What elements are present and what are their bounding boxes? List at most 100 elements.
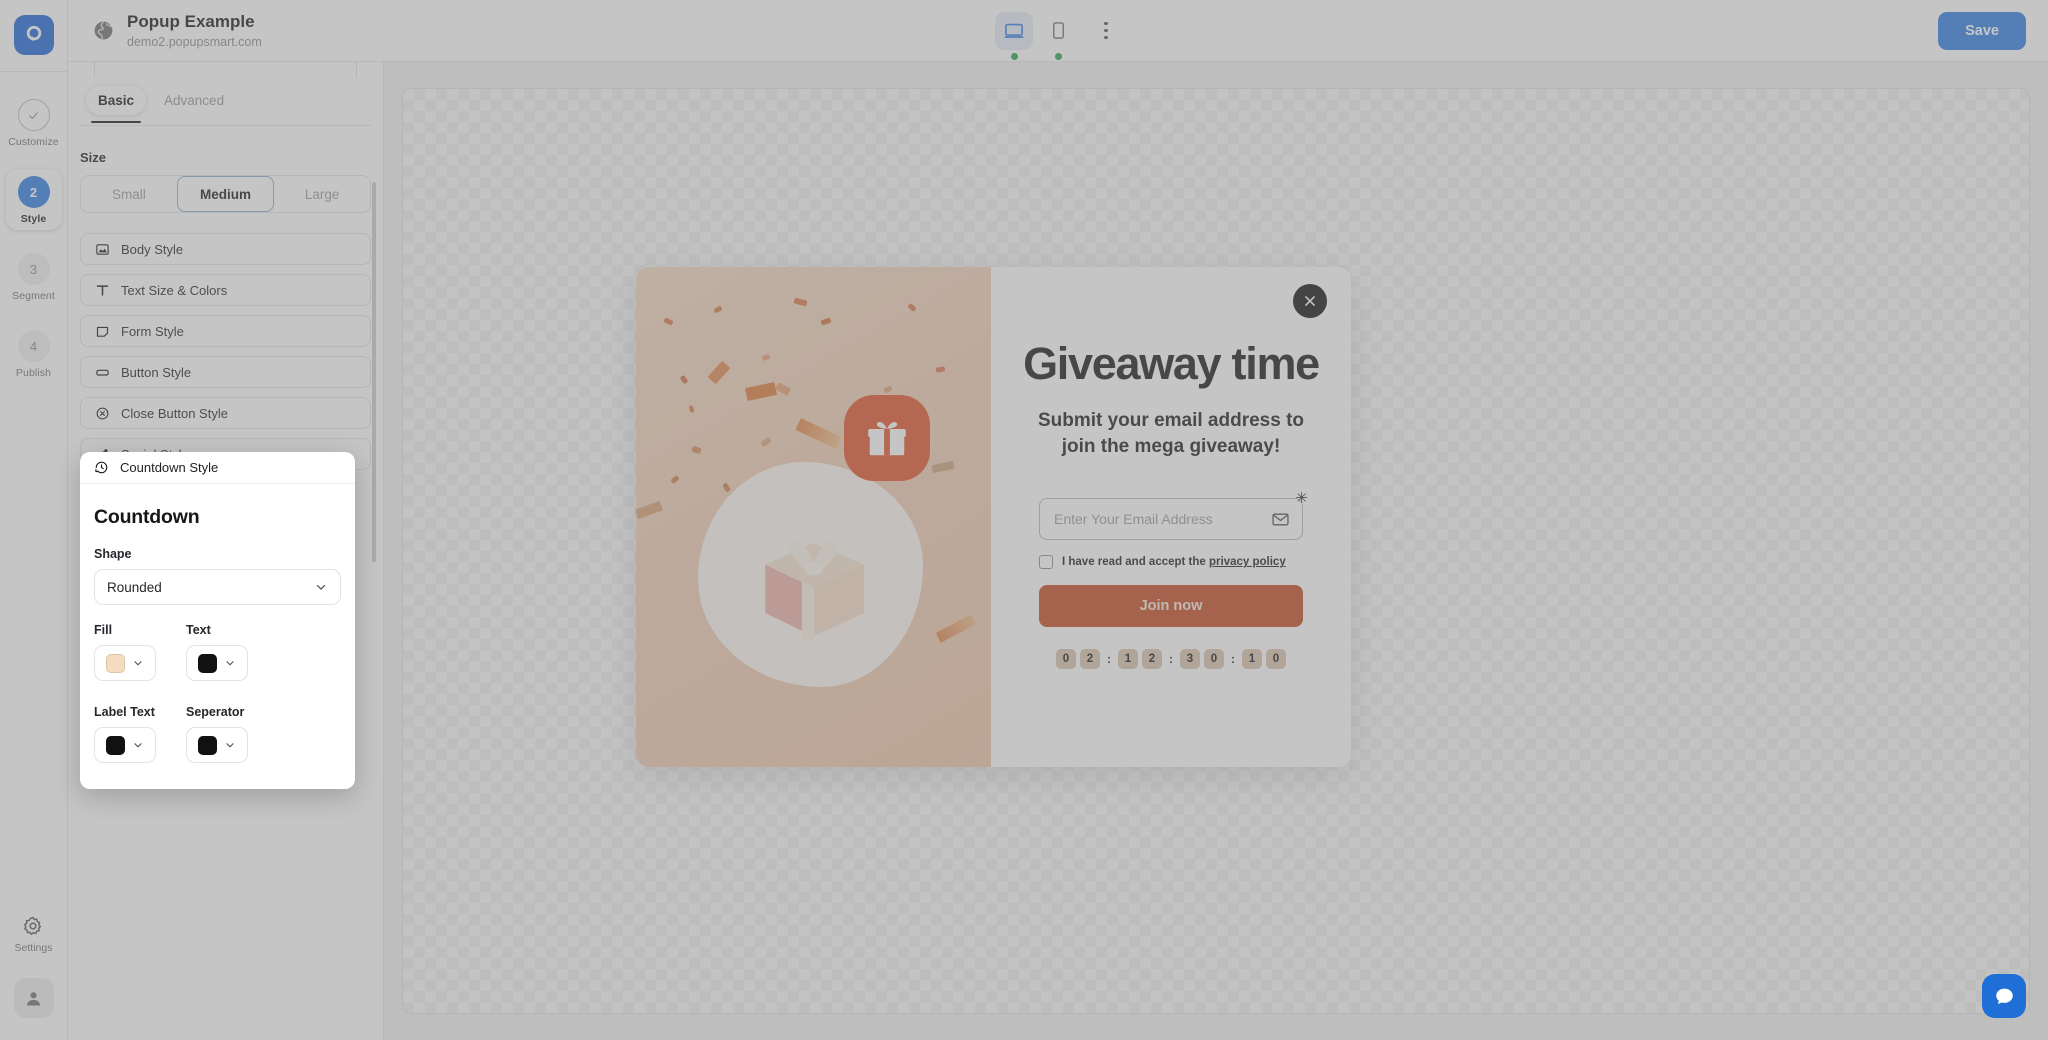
countdown-color-grid-top: Fill Text bbox=[94, 623, 341, 681]
label-text-label: Label Text bbox=[94, 705, 155, 719]
gift-badge bbox=[844, 395, 930, 481]
countdown-style-popover: Countdown Style Countdown Shape Rounded … bbox=[80, 452, 355, 789]
sidebar-step-segment[interactable]: 3 Segment bbox=[6, 246, 62, 307]
chevron-down-icon bbox=[134, 661, 142, 666]
rail-divider bbox=[0, 71, 67, 72]
button-icon bbox=[94, 364, 110, 380]
step-badge-segment: 3 bbox=[17, 253, 50, 285]
accordion-label-close-button-style: Close Button Style bbox=[121, 405, 228, 421]
accordion-button-style[interactable]: Button Style bbox=[80, 356, 371, 388]
kebab-menu-icon[interactable] bbox=[1091, 12, 1121, 50]
page-title: Popup Example bbox=[127, 11, 255, 31]
rail-bottom: Settings bbox=[13, 915, 54, 1040]
accordion-form-style[interactable]: Form Style bbox=[80, 315, 371, 347]
countdown-separator: : bbox=[1231, 652, 1235, 667]
size-segmented-control: Small Medium Large bbox=[80, 175, 371, 213]
image-icon bbox=[94, 241, 110, 257]
form-icon bbox=[94, 323, 110, 339]
device-toggle-desktop[interactable] bbox=[995, 11, 1033, 60]
countdown-timer: 0 2 : 1 2 : 3 0 : 1 0 bbox=[1056, 649, 1286, 670]
text-color-picker[interactable] bbox=[186, 645, 248, 681]
panel-scrollbar[interactable] bbox=[372, 182, 376, 782]
countdown-style-body: Countdown Shape Rounded Fill Text Label … bbox=[80, 484, 355, 789]
consent-checkbox[interactable] bbox=[1039, 555, 1053, 570]
preview-canvas-area: Giveaway time Submit your email address … bbox=[384, 62, 2048, 1040]
left-rail: Customize 2 Style 3 Segment 4 Publish Se… bbox=[0, 0, 68, 1040]
top-header: Popup Example demo2.popupsmart.com Save bbox=[68, 0, 2048, 62]
close-circle-icon bbox=[94, 405, 110, 421]
site-text-block: Popup Example demo2.popupsmart.com bbox=[127, 11, 262, 51]
popup-close-button[interactable] bbox=[1293, 284, 1327, 318]
countdown-digit: 1 bbox=[1242, 649, 1262, 670]
globe-icon bbox=[94, 21, 112, 40]
accordion-label-form-style: Form Style bbox=[121, 323, 184, 339]
chat-launcher-button[interactable] bbox=[1982, 974, 2026, 1018]
avatar[interactable] bbox=[13, 978, 54, 1018]
countdown-digit: 2 bbox=[1142, 649, 1162, 670]
save-button[interactable]: Save bbox=[1938, 11, 2026, 50]
shape-select-value: Rounded bbox=[107, 579, 162, 595]
chevron-down-icon bbox=[226, 743, 234, 748]
accordion-close-button-style[interactable]: Close Button Style bbox=[80, 397, 371, 429]
join-now-button[interactable]: Join now bbox=[1039, 585, 1303, 628]
site-url: demo2.popupsmart.com bbox=[127, 35, 262, 49]
fill-color-cell: Fill bbox=[94, 623, 174, 681]
accordion-body-style[interactable]: Body Style bbox=[80, 233, 371, 265]
globe-icon-wrap bbox=[91, 19, 115, 43]
size-option-large[interactable]: Large bbox=[274, 176, 370, 212]
chevron-down-icon bbox=[316, 584, 326, 590]
status-dot-desktop bbox=[1010, 52, 1018, 60]
separator-color-swatch bbox=[198, 735, 217, 755]
email-input[interactable] bbox=[1039, 498, 1303, 541]
sidebar-item-settings[interactable]: Settings bbox=[15, 915, 52, 954]
label-text-color-picker[interactable] bbox=[94, 727, 156, 763]
popup-headline: Giveaway time bbox=[1023, 338, 1320, 389]
sidebar-step-style[interactable]: 2 Style bbox=[5, 169, 62, 230]
site-info: Popup Example demo2.popupsmart.com bbox=[91, 11, 262, 51]
panel-tabs: Basic Advanced bbox=[68, 62, 383, 123]
fill-color-swatch bbox=[106, 653, 125, 673]
separator-color-picker[interactable] bbox=[186, 727, 248, 763]
shape-select[interactable]: Rounded bbox=[94, 569, 341, 605]
popup-preview: Giveaway time Submit your email address … bbox=[636, 267, 1351, 767]
tab-basic[interactable]: Basic bbox=[86, 86, 147, 123]
text-label: Text bbox=[186, 623, 211, 637]
gift-icon bbox=[868, 422, 906, 456]
fill-color-picker[interactable] bbox=[94, 645, 156, 681]
popup-form-side: Giveaway time Submit your email address … bbox=[991, 267, 1351, 767]
countdown-group-minutes: 1 2 bbox=[1118, 649, 1162, 670]
size-option-small[interactable]: Small bbox=[81, 176, 177, 212]
popup-subheadline: Submit your email address to join the me… bbox=[1037, 410, 1305, 458]
countdown-digit: 1 bbox=[1118, 649, 1138, 670]
device-toolbar bbox=[995, 11, 1121, 60]
panel-scrollbar-thumb[interactable] bbox=[372, 182, 376, 562]
countdown-color-grid-bottom: Label Text Seperator bbox=[94, 705, 341, 763]
label-text-color-swatch bbox=[106, 735, 125, 755]
countdown-group-hours: 0 2 bbox=[1056, 649, 1100, 670]
sidebar-step-publish[interactable]: 4 Publish bbox=[6, 323, 62, 384]
accordion-label-body-style: Body Style bbox=[121, 241, 184, 257]
device-toggle-mobile[interactable] bbox=[1039, 12, 1077, 60]
consent-prefix: I have read and accept the bbox=[1062, 556, 1210, 569]
mobile-icon bbox=[1052, 22, 1064, 39]
tab-advanced[interactable]: Advanced bbox=[152, 86, 236, 115]
countdown-group-seconds: 3 0 bbox=[1180, 649, 1224, 670]
accordion-text-size-colors[interactable]: Text Size & Colors bbox=[80, 274, 371, 306]
app-root: Customize 2 Style 3 Segment 4 Publish Se… bbox=[0, 0, 2048, 1040]
sidebar-step-customize[interactable]: Customize bbox=[6, 92, 62, 153]
required-asterisk: ✳ bbox=[1295, 490, 1308, 508]
countdown-digit: 0 bbox=[1266, 649, 1286, 670]
size-option-medium[interactable]: Medium bbox=[176, 176, 275, 212]
countdown-style-header[interactable]: Countdown Style bbox=[80, 452, 355, 484]
countdown-group-millis: 1 0 bbox=[1242, 649, 1286, 670]
privacy-policy-link[interactable]: privacy policy bbox=[1209, 556, 1286, 568]
brand-logo[interactable] bbox=[13, 15, 54, 55]
status-dot-mobile bbox=[1054, 52, 1062, 60]
accordion-label-text-size-colors: Text Size & Colors bbox=[121, 282, 228, 298]
sidebar-step-label-segment: Segment bbox=[12, 290, 55, 302]
text-color-swatch bbox=[198, 653, 217, 673]
separator-label: Seperator bbox=[186, 705, 245, 719]
countdown-separator: : bbox=[1169, 652, 1173, 667]
step-badge-publish: 4 bbox=[17, 330, 50, 362]
sidebar-step-label-style: Style bbox=[20, 213, 47, 225]
